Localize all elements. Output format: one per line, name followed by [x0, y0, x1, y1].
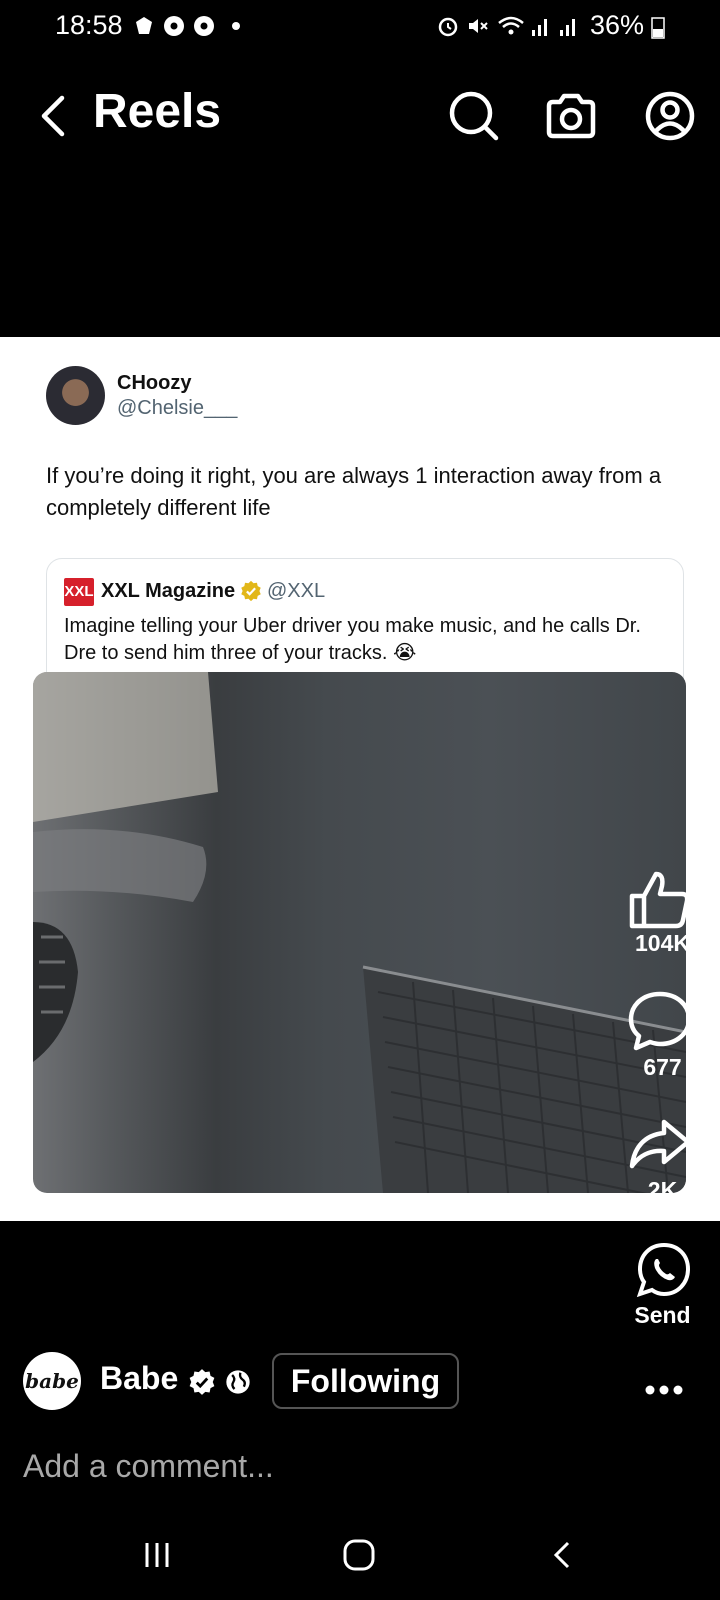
back-nav-icon[interactable]: [550, 1540, 574, 1570]
comment-count: 677: [643, 1054, 682, 1080]
camera-icon[interactable]: [545, 92, 597, 140]
wifi-icon: [498, 16, 524, 35]
battery-percent: 36%: [590, 10, 645, 40]
notification-icon: [136, 17, 152, 34]
soccer-ball-icon: [194, 16, 214, 36]
video-player[interactable]: [33, 672, 686, 1193]
mute-icon: [469, 19, 488, 33]
signal-icon: [532, 19, 547, 36]
comment-input[interactable]: [23, 1448, 623, 1485]
author-handle: @Chelsie___: [117, 397, 238, 419]
account-name[interactable]: Babe: [100, 1360, 178, 1397]
video-frame-image: [33, 672, 686, 1193]
more-options-icon[interactable]: [645, 1385, 683, 1395]
back-arrow-icon[interactable]: [38, 94, 68, 138]
like-count: 104K: [635, 930, 690, 956]
page-title: Reels: [93, 85, 222, 138]
quoted-author-name: XXL Magazine: [101, 580, 236, 602]
profile-icon[interactable]: [644, 90, 696, 142]
status-bar: 18:58 36%: [0, 0, 720, 52]
send-label[interactable]: Send: [620, 1302, 705, 1329]
avatar[interactable]: [46, 366, 105, 425]
home-icon[interactable]: [342, 1538, 376, 1572]
quoted-tweet-text: Imagine telling your Uber driver you mak…: [64, 615, 641, 664]
signal-icon: [560, 19, 575, 36]
share-icon[interactable]: [628, 1118, 692, 1170]
comment-icon[interactable]: [628, 990, 692, 1052]
dot-icon: [232, 22, 240, 30]
verified-badge-icon: [241, 580, 261, 602]
like-icon[interactable]: [628, 868, 692, 930]
search-icon[interactable]: [448, 90, 500, 142]
author-name: CHoozy: [117, 372, 192, 394]
following-button[interactable]: Following: [272, 1353, 459, 1409]
verified-badge-icon: [189, 1369, 215, 1395]
globe-icon: [226, 1370, 250, 1394]
account-avatar[interactable]: babe: [23, 1352, 81, 1410]
alarm-icon: [438, 17, 458, 37]
recent-apps-icon[interactable]: [142, 1540, 172, 1570]
xxl-logo: XXL: [64, 578, 94, 606]
share-count: 2K: [647, 1177, 678, 1203]
tweet-text: If you’re doing it right, you are always…: [46, 463, 662, 520]
quoted-author-handle: @XXL: [267, 580, 326, 602]
battery-icon: [651, 17, 665, 39]
status-time: 18:58: [55, 10, 123, 40]
whatsapp-icon[interactable]: [636, 1242, 692, 1298]
soccer-ball-icon: [164, 16, 184, 36]
